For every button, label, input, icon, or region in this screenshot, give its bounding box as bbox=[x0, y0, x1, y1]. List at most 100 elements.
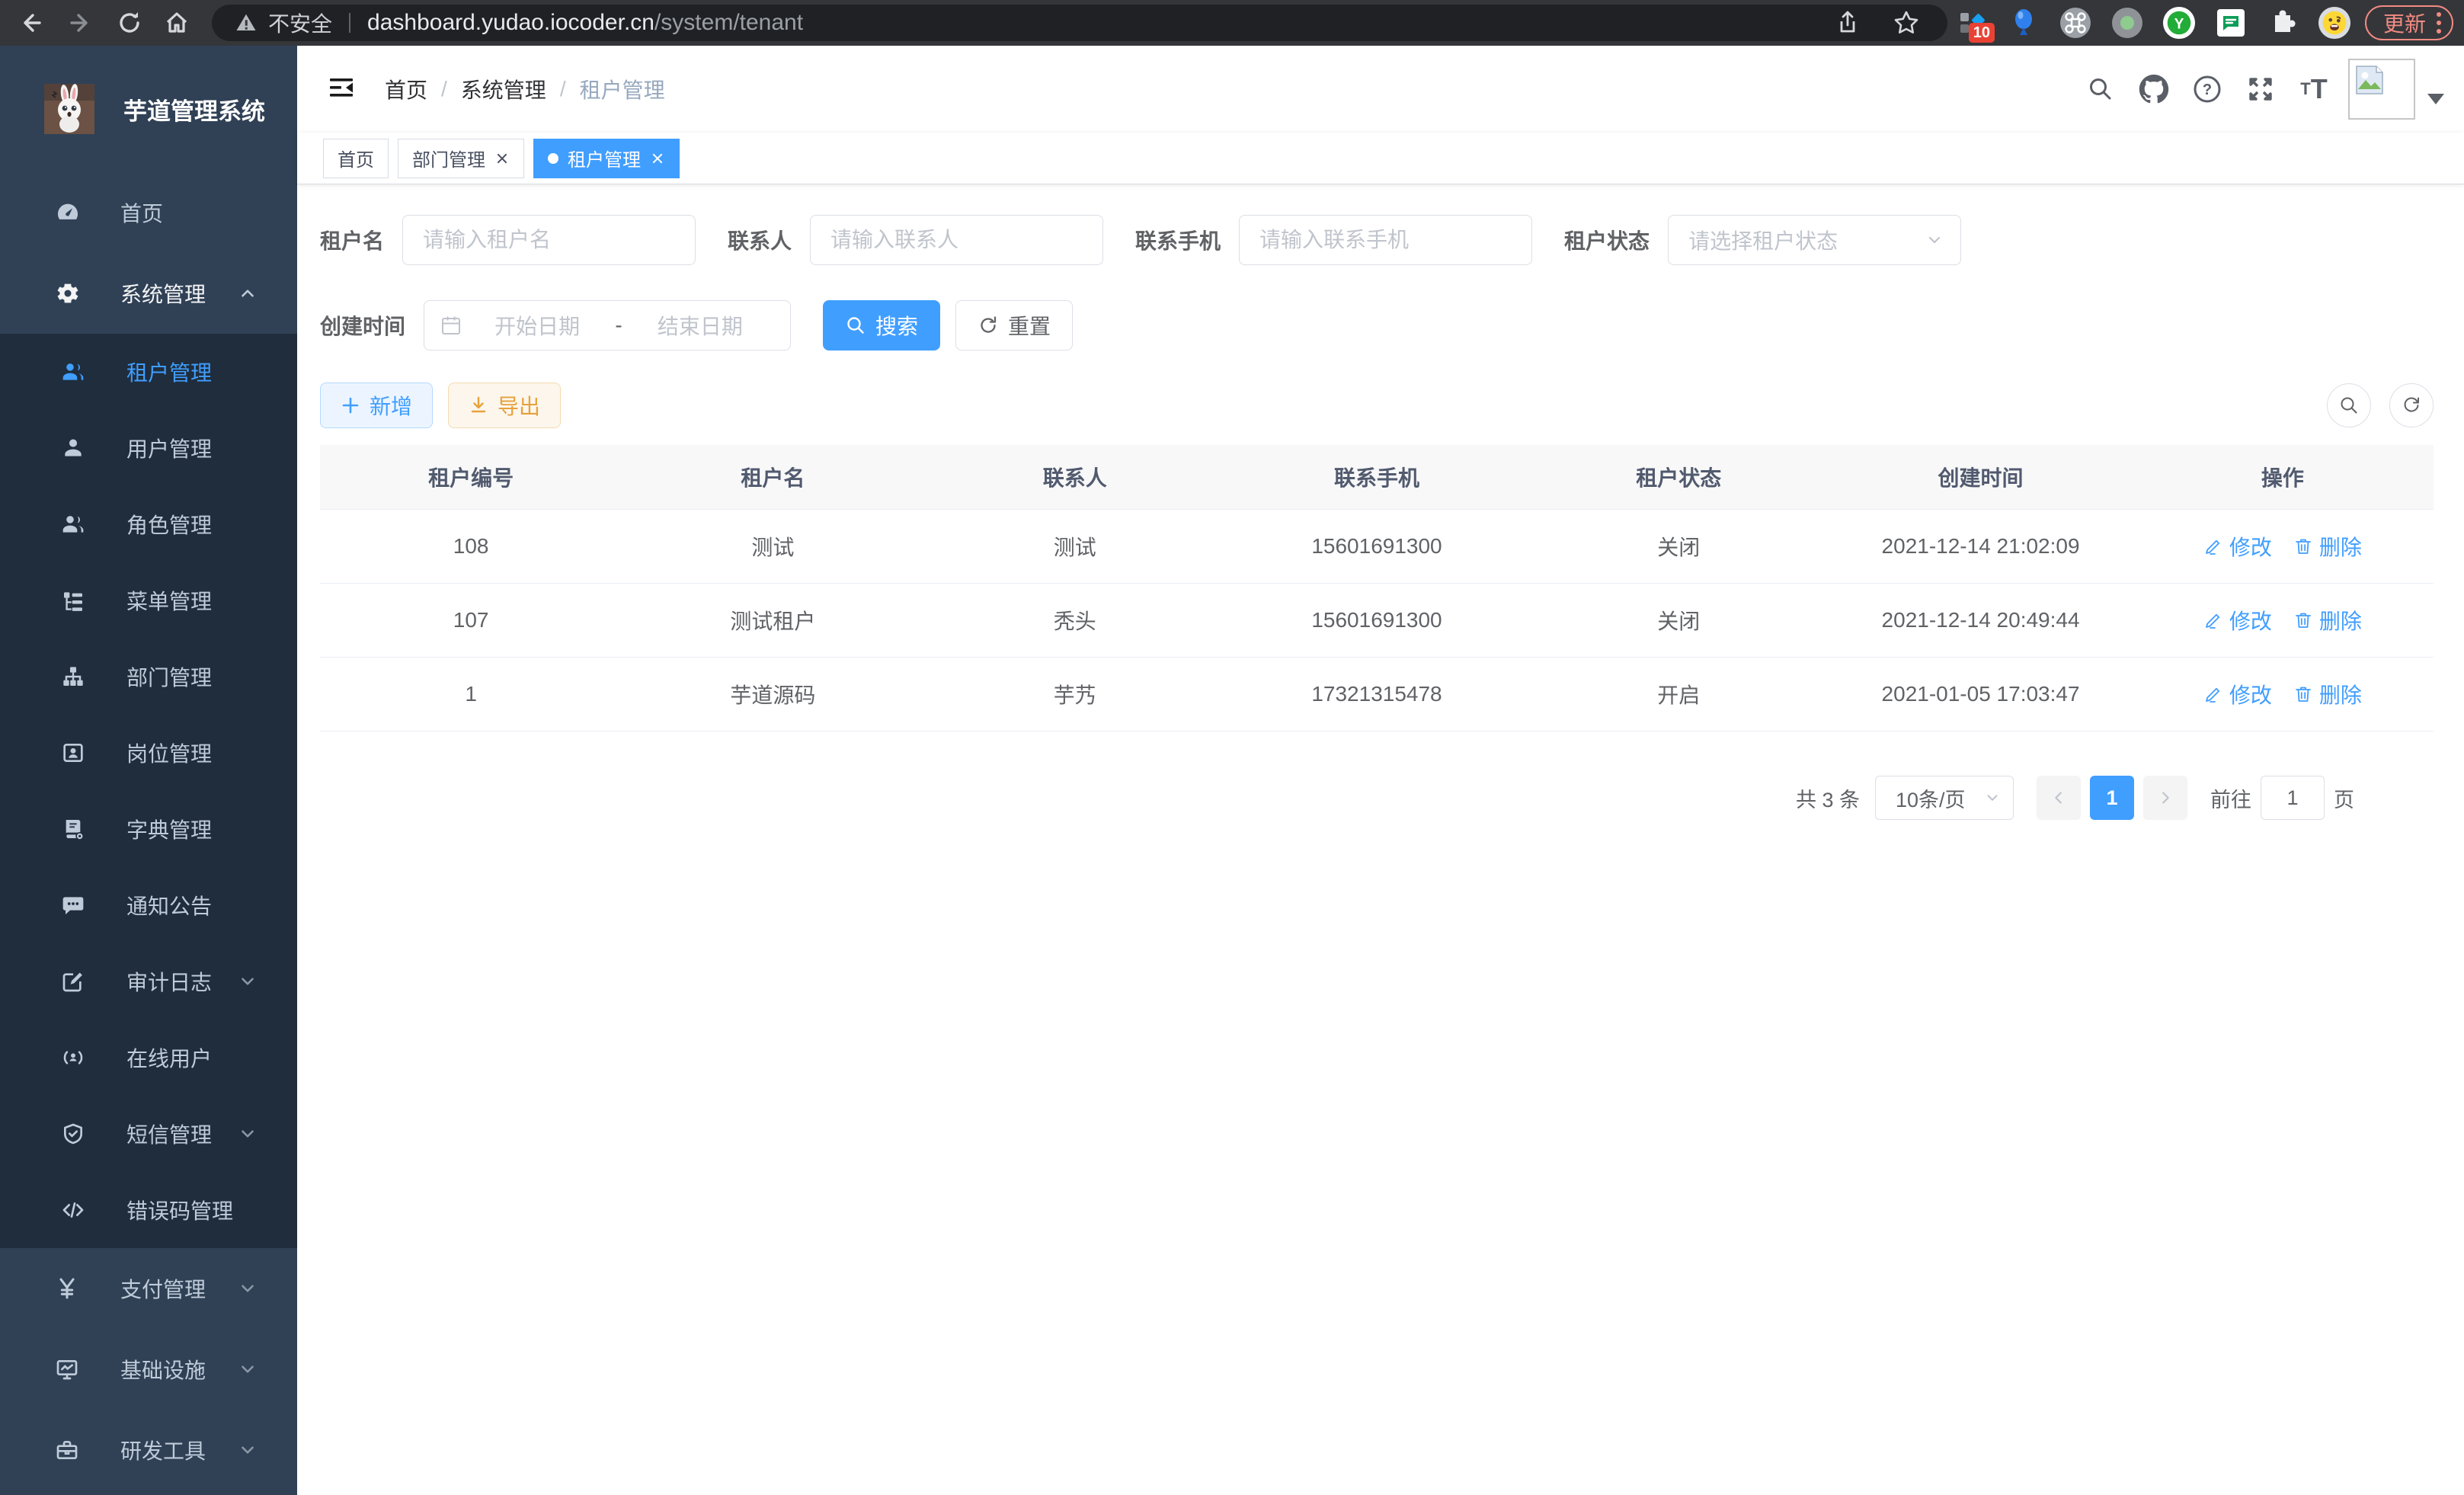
delete-link[interactable]: 删除 bbox=[2293, 679, 2362, 709]
url-text[interactable]: dashboard.yudao.iocoder.cn/system/tenant bbox=[367, 10, 803, 36]
next-page-button[interactable] bbox=[2143, 776, 2187, 820]
reset-button[interactable]: 重置 bbox=[955, 300, 1073, 351]
avatar-caret-icon[interactable] bbox=[2427, 94, 2444, 104]
browser-home-icon[interactable] bbox=[163, 9, 190, 37]
sidebar-item-home[interactable]: 首页 bbox=[0, 172, 297, 253]
extension-record-icon[interactable] bbox=[2110, 6, 2144, 40]
address-bar[interactable]: 不安全 dashboard.yudao.iocoder.cn/system/te… bbox=[212, 5, 1947, 41]
header-search-icon[interactable] bbox=[2074, 46, 2127, 133]
browser-back-icon[interactable] bbox=[17, 9, 44, 37]
help-icon[interactable]: ? bbox=[2181, 46, 2234, 133]
avatar[interactable] bbox=[2348, 59, 2415, 120]
share-icon[interactable] bbox=[1835, 10, 1861, 36]
column-header: 租户编号 bbox=[320, 445, 622, 509]
pagination: 共 3 条 10条/页 1 前往 页 bbox=[320, 776, 2434, 820]
top-navbar: 首页 / 系统管理 / 租户管理 ? TT bbox=[297, 46, 2464, 133]
mobile-input[interactable] bbox=[1239, 215, 1532, 265]
date-range-picker[interactable]: 开始日期 - 结束日期 bbox=[424, 300, 791, 351]
chrome-update-button[interactable]: 更新 bbox=[2365, 5, 2453, 40]
svg-text:Y: Y bbox=[2174, 17, 2184, 33]
github-icon[interactable] bbox=[2127, 46, 2181, 133]
edit-link[interactable]: 修改 bbox=[2203, 531, 2272, 562]
sidebar-item-devtools[interactable]: 研发工具 bbox=[0, 1410, 297, 1490]
extension-balloon-icon[interactable] bbox=[2007, 6, 2040, 40]
delete-link[interactable]: 删除 bbox=[2293, 531, 2362, 562]
extension-y-icon[interactable]: Y bbox=[2162, 6, 2196, 40]
extension-command-icon[interactable] bbox=[2059, 6, 2092, 40]
sidebar-item-label: 基础设施 bbox=[120, 1354, 206, 1385]
sidebar-item-role[interactable]: 角色管理 bbox=[0, 486, 297, 562]
active-dot bbox=[548, 153, 558, 164]
breadcrumb-home[interactable]: 首页 bbox=[385, 74, 427, 104]
cell-id: 107 bbox=[320, 584, 622, 657]
status-select[interactable]: 请选择租户状态 bbox=[1668, 215, 1961, 265]
users-icon bbox=[61, 512, 87, 536]
bookmark-star-icon[interactable] bbox=[1893, 9, 1920, 37]
omnibox-divider bbox=[349, 13, 350, 33]
users-icon bbox=[61, 360, 87, 384]
sidebar-item-menu[interactable]: 菜单管理 bbox=[0, 562, 297, 639]
export-button[interactable]: 导出 bbox=[448, 383, 561, 428]
tree-icon bbox=[61, 588, 87, 613]
tab-dept[interactable]: 部门管理 bbox=[398, 139, 524, 178]
browser-menu-icon[interactable] bbox=[2437, 12, 2441, 34]
edit-label: 修改 bbox=[2229, 605, 2272, 635]
sidebar-item-sms[interactable]: 短信管理 bbox=[0, 1096, 297, 1172]
sidebar-item-label: 用户管理 bbox=[126, 433, 212, 463]
fullscreen-icon[interactable] bbox=[2234, 46, 2287, 133]
reset-button-label: 重置 bbox=[1008, 310, 1051, 341]
tenant-name-input[interactable] bbox=[402, 215, 696, 265]
extension-tabs-icon[interactable]: 10 bbox=[1955, 6, 1989, 40]
sidebar-item-user[interactable]: 用户管理 bbox=[0, 410, 297, 486]
tab-label: 租户管理 bbox=[568, 145, 641, 171]
column-header: 联系人 bbox=[924, 445, 1226, 509]
edit-link[interactable]: 修改 bbox=[2203, 679, 2272, 709]
security-label[interactable]: 不安全 bbox=[268, 8, 332, 38]
sidebar-item-label: 部门管理 bbox=[126, 661, 212, 692]
delete-label: 删除 bbox=[2319, 605, 2362, 635]
breadcrumb-separator: / bbox=[560, 77, 566, 101]
sidebar-item-payment[interactable]: 支付管理 bbox=[0, 1248, 297, 1329]
sidebar-item-audit-log[interactable]: 审计日志 bbox=[0, 943, 297, 1020]
dictionary-icon bbox=[61, 817, 87, 841]
sidebar-item-tenant[interactable]: 租户管理 bbox=[0, 334, 297, 410]
add-button[interactable]: 新增 bbox=[320, 383, 433, 428]
search-button[interactable]: 搜索 bbox=[823, 300, 940, 351]
sidebar-item-label: 通知公告 bbox=[126, 890, 212, 920]
sidebar-item-post[interactable]: 岗位管理 bbox=[0, 715, 297, 791]
chevron-up-icon bbox=[238, 283, 258, 303]
column-header: 租户状态 bbox=[1528, 445, 1829, 509]
sidebar-item-notice[interactable]: 通知公告 bbox=[0, 867, 297, 943]
sidebar-collapse-icon[interactable] bbox=[326, 74, 357, 104]
sidebar-item-error-code[interactable]: 错误码管理 bbox=[0, 1172, 297, 1248]
sidebar-item-dict[interactable]: 字典管理 bbox=[0, 791, 297, 867]
contact-input[interactable] bbox=[810, 215, 1103, 265]
extension-chat-icon[interactable] bbox=[2214, 6, 2248, 40]
font-size-icon[interactable]: TT bbox=[2287, 46, 2341, 133]
column-header: 创建时间 bbox=[1829, 445, 2131, 509]
tab-tenant[interactable]: 租户管理 bbox=[533, 139, 680, 178]
extensions-puzzle-icon[interactable] bbox=[2266, 6, 2299, 40]
toggle-search-button[interactable] bbox=[2327, 383, 2371, 427]
table-toolbar: 新增 导出 bbox=[320, 383, 2434, 428]
breadcrumb: 首页 / 系统管理 / 租户管理 bbox=[385, 46, 665, 133]
page-number-current[interactable]: 1 bbox=[2090, 776, 2134, 820]
sidebar-item-dept[interactable]: 部门管理 bbox=[0, 639, 297, 715]
close-icon[interactable] bbox=[494, 151, 510, 166]
tab-home[interactable]: 首页 bbox=[323, 139, 389, 178]
browser-reload-icon[interactable] bbox=[116, 9, 143, 37]
browser-forward-icon[interactable] bbox=[67, 9, 94, 37]
prev-page-button[interactable] bbox=[2037, 776, 2081, 820]
sidebar-item-online-users[interactable]: 在线用户 bbox=[0, 1020, 297, 1096]
sidebar-item-infrastructure[interactable]: 基础设施 bbox=[0, 1329, 297, 1410]
edit-link[interactable]: 修改 bbox=[2203, 605, 2272, 635]
extension-profile-avatar[interactable] bbox=[2318, 6, 2351, 40]
refresh-button[interactable] bbox=[2389, 383, 2434, 427]
sidebar-logo[interactable]: 芋道管理系统 bbox=[0, 46, 297, 172]
close-icon[interactable] bbox=[650, 151, 665, 166]
delete-link[interactable]: 删除 bbox=[2293, 605, 2362, 635]
breadcrumb-system[interactable]: 系统管理 bbox=[461, 74, 546, 104]
page-size-select[interactable]: 10条/页 bbox=[1875, 776, 2014, 820]
sidebar-item-system[interactable]: 系统管理 bbox=[0, 253, 297, 334]
goto-page-input[interactable] bbox=[2261, 776, 2325, 820]
